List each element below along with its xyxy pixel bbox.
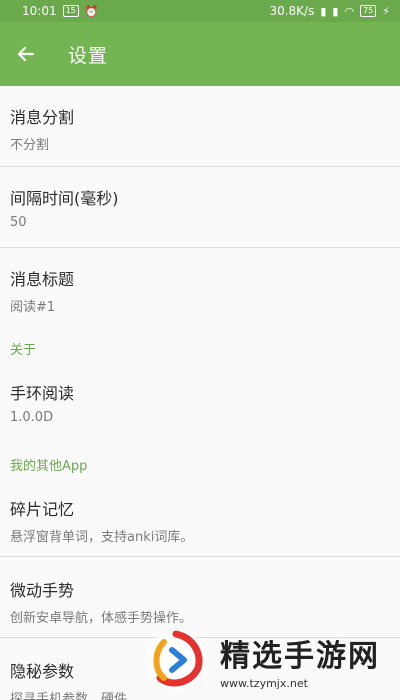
other-app-desc: 悬浮窗背单词，支持anki词库。 xyxy=(10,530,194,545)
other-app-item[interactable]: 碎片记忆 悬浮窗背单词，支持anki词库。 xyxy=(0,476,400,556)
alarm-icon: ⏰ xyxy=(84,4,99,18)
setting-label: 消息分割 xyxy=(10,108,75,127)
setting-label: 间隔时间(毫秒) xyxy=(10,189,119,208)
battery-icon: 75 xyxy=(360,5,377,17)
notification-badge: 15 xyxy=(62,5,79,17)
network-speed: 30.8K/s xyxy=(269,4,315,18)
back-button[interactable] xyxy=(4,32,48,76)
watermark-url: www.tzymjx.net xyxy=(220,676,308,690)
watermark-logo-icon xyxy=(146,630,206,690)
page-title: 设置 xyxy=(68,44,109,67)
status-bar: 10:01 15 ⏰ 30.8K/s ▮ ▮ ◠ 75 ⚡ xyxy=(0,0,400,22)
setting-message-title[interactable]: 消息标题 阅读#1 xyxy=(0,248,400,324)
site-watermark: 精选手游网 www.tzymjx.net xyxy=(140,620,400,700)
wifi-icon: ◠ xyxy=(344,4,355,18)
signal-icon-2: ▮ xyxy=(332,4,339,18)
watermark-title: 精选手游网 xyxy=(220,638,380,674)
app-bar: 设置 xyxy=(0,22,400,86)
app-name: 手环阅读 xyxy=(10,384,75,403)
back-arrow-icon xyxy=(17,46,35,62)
signal-icon: ▮ xyxy=(320,4,327,18)
app-version: 1.0.0D xyxy=(10,410,54,425)
charging-icon: ⚡ xyxy=(382,4,390,18)
about-app-item[interactable]: 手环阅读 1.0.0D xyxy=(0,360,400,440)
setting-interval-time[interactable]: 间隔时间(毫秒) 50 xyxy=(0,167,400,247)
setting-value: 不分割 xyxy=(10,138,50,153)
other-app-name: 微动手势 xyxy=(10,581,75,600)
setting-label: 消息标题 xyxy=(10,270,75,289)
setting-value: 阅读#1 xyxy=(10,300,56,315)
setting-message-split[interactable]: 消息分割 不分割 xyxy=(0,86,400,166)
settings-list: 消息分割 不分割 间隔时间(毫秒) 50 消息标题 阅读#1 关于 手环阅读 1… xyxy=(0,86,400,700)
section-header-other-apps: 我的其他App xyxy=(10,459,88,474)
setting-value: 50 xyxy=(10,215,27,230)
status-time: 10:01 xyxy=(22,4,57,18)
section-header-about: 关于 xyxy=(10,343,37,358)
other-app-name: 碎片记忆 xyxy=(10,500,75,519)
